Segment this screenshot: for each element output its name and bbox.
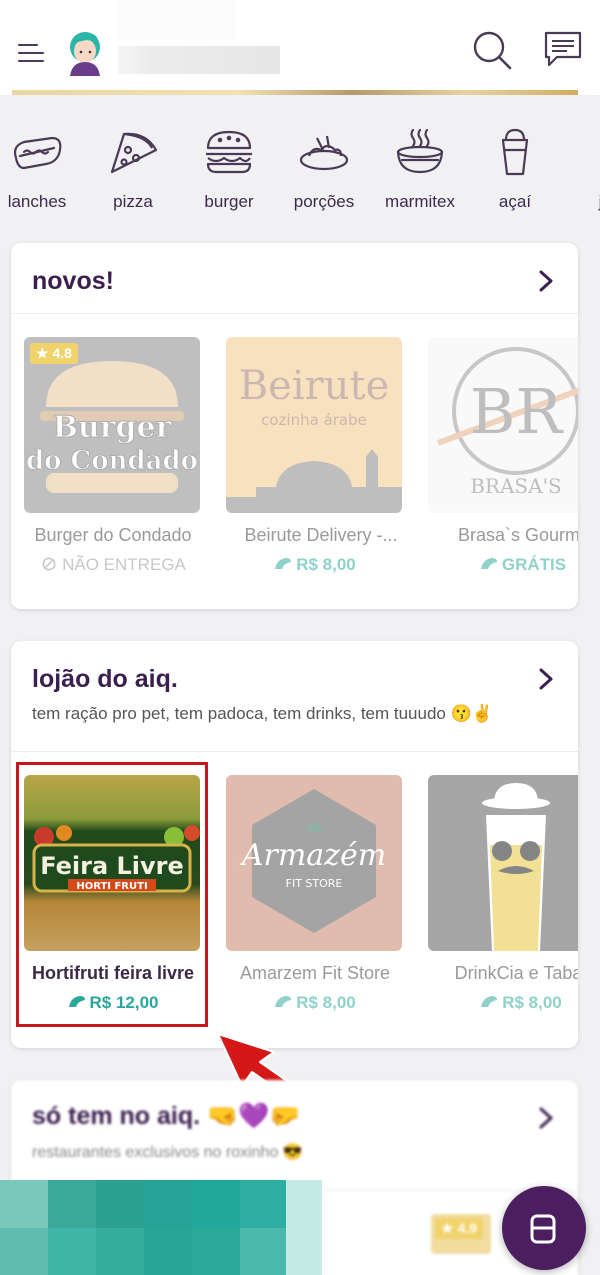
category-acai[interactable]: açaí — [465, 118, 565, 211]
delivery-fee-value: NÃO ENTREGA — [62, 555, 186, 574]
delivery-fee-value: R$ 8,00 — [296, 993, 356, 1012]
store-card[interactable]: Armazém FIT STORE Amarzem Fit Store R$ 8… — [226, 775, 404, 1012]
cart-fab-button[interactable] — [502, 1186, 586, 1270]
category-jap[interactable]: jap — [560, 118, 600, 211]
rating-badge: ★ 4.8 — [30, 343, 78, 364]
category-label: porções — [293, 192, 355, 211]
delivery-moto-icon — [481, 996, 498, 1007]
store-logo: Beirute cozinha árabe — [226, 337, 402, 513]
delivery-fee: GRÁTIS — [434, 555, 578, 575]
username-blurred — [118, 46, 280, 74]
store-logo: BR BRASA'S — [428, 337, 578, 513]
banner-strip — [12, 90, 578, 95]
delivery-fee: R$ 8,00 — [226, 993, 404, 1013]
delivery-moto-icon — [275, 996, 292, 1007]
logo-text: FIT STORE — [286, 877, 343, 890]
store-name: Brasa`s Gourme — [457, 525, 578, 545]
chevron-right-icon[interactable] — [538, 1106, 554, 1130]
category-pizza[interactable]: pizza — [83, 118, 183, 211]
section-divider — [11, 313, 578, 314]
novos-section: novos! Burger do Condado ★ 4.8 Burger do… — [11, 243, 578, 609]
app-header — [0, 0, 600, 95]
store-name: Beirute Delivery -... — [244, 525, 398, 545]
section-subtitle: tem ração pro pet, tem padoca, tem drink… — [32, 704, 493, 723]
logo-text: cozinha árabe — [261, 411, 367, 429]
store-logo — [428, 775, 578, 951]
delivery-fee: NÃO ENTREGA — [24, 555, 202, 575]
search-icon[interactable] — [470, 30, 514, 70]
store-logo: Armazém FIT STORE — [226, 775, 402, 951]
category-label: marmitex — [385, 192, 455, 211]
delivery-fee: R$ 8,00 — [432, 993, 578, 1013]
burger-icon — [206, 130, 252, 174]
pizza-slice-icon — [110, 132, 158, 174]
pot-icon — [396, 128, 444, 174]
chevron-right-icon[interactable] — [538, 667, 554, 691]
chat-icon[interactable] — [543, 30, 583, 68]
rating-value: 4.8 — [52, 345, 72, 361]
category-label: burger — [204, 192, 254, 211]
user-avatar[interactable] — [64, 28, 106, 76]
logo-text: BR — [470, 375, 565, 448]
store-card[interactable]: DrinkCia e Tabac R$ 8,00 — [428, 775, 578, 1012]
chevron-right-icon[interactable] — [538, 269, 554, 293]
section-divider — [11, 751, 578, 752]
store-name: Amarzem Fit Store — [239, 963, 391, 983]
delivery-moto-icon — [480, 558, 497, 569]
pixelated-overlay — [0, 1180, 322, 1275]
japanese-bowl-icon — [583, 128, 600, 176]
logo-text: Beirute — [239, 363, 390, 409]
store-card[interactable]: BR BRASA'S Brasa`s Gourme GRÁTIS — [428, 337, 578, 574]
category-label: jap — [560, 192, 600, 212]
username-blur-top — [118, 0, 236, 40]
logo-text: Burger — [53, 410, 173, 445]
category-label: lanches — [7, 192, 67, 211]
category-burger[interactable]: burger — [179, 118, 279, 211]
hamburger-menu-icon[interactable] — [18, 44, 44, 64]
portion-plate-icon — [299, 135, 349, 171]
category-porcoes[interactable]: porções — [274, 118, 374, 211]
logo-text: do Condado — [26, 446, 198, 476]
section-subtitle: restaurantes exclusivos no roxinho 😎 — [32, 1144, 303, 1161]
category-label: açaí — [498, 192, 532, 211]
section-title: lojão do aiq. — [32, 665, 178, 693]
delivery-fee: R$ 8,00 — [226, 555, 404, 575]
delivery-fee-value: R$ 8,00 — [502, 993, 562, 1012]
highlight-box — [16, 762, 208, 1027]
category-marmitex[interactable]: marmitex — [370, 118, 470, 211]
category-lanches[interactable]: lanches — [0, 118, 87, 211]
store-card[interactable]: Beirute cozinha árabe Beirute Delivery -… — [226, 337, 404, 574]
delivery-fee-value: GRÁTIS — [501, 555, 567, 574]
category-label: pizza — [113, 192, 153, 211]
store-thumb-partial: ★ 4.9 — [431, 1214, 491, 1254]
bag-icon — [530, 1214, 556, 1244]
category-row: lanches pizza burger porções marmitex aç… — [0, 118, 600, 228]
delivery-moto-icon — [275, 558, 292, 569]
logo-text: BRASA'S — [470, 474, 562, 498]
store-name: Burger do Condado — [34, 525, 192, 545]
rating-badge: ★ 4.9 — [435, 1218, 483, 1239]
no-delivery-icon — [42, 557, 56, 571]
store-card[interactable]: Burger do Condado ★ 4.8 Burger do Condad… — [24, 337, 202, 574]
acai-cup-icon — [501, 128, 529, 176]
logo-text: Armazém — [239, 838, 386, 873]
section-title: só tem no aiq. 🤜💜🤛 — [32, 1102, 301, 1130]
rating-value: 4.9 — [457, 1220, 477, 1236]
store-name: DrinkCia e Tabac — [454, 963, 578, 983]
section-title: novos! — [32, 267, 114, 295]
delivery-fee-value: R$ 8,00 — [296, 555, 356, 574]
hotdog-icon — [13, 136, 62, 170]
